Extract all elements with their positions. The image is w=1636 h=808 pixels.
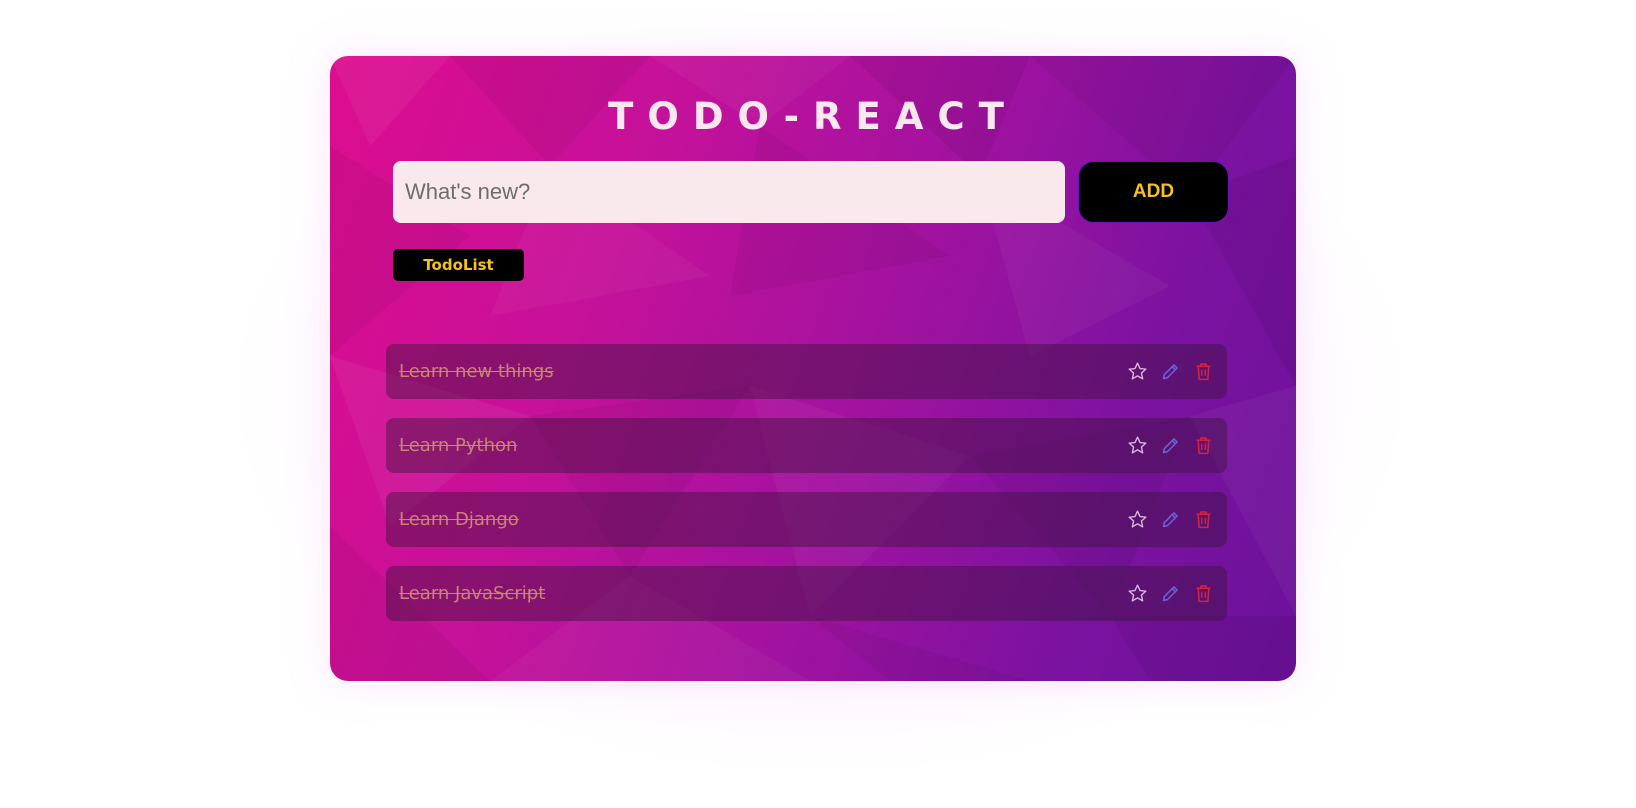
add-button[interactable]: ADD: [1078, 161, 1229, 223]
todo-actions: [1126, 566, 1215, 621]
star-icon[interactable]: [1126, 360, 1149, 383]
app-title: TODO-REACT: [608, 95, 1018, 138]
trash-icon[interactable]: [1192, 508, 1215, 531]
todo-item: Learn Python: [386, 418, 1227, 473]
todo-item: Learn Django: [386, 492, 1227, 547]
trash-icon[interactable]: [1192, 434, 1215, 457]
todo-list: Learn new things Learn Python Learn Djan…: [386, 344, 1227, 640]
todo-actions: [1126, 418, 1215, 473]
pencil-icon[interactable]: [1159, 360, 1182, 383]
todo-item-text[interactable]: Learn JavaScript: [399, 566, 545, 621]
pencil-icon[interactable]: [1159, 434, 1182, 457]
pencil-icon[interactable]: [1159, 508, 1182, 531]
todo-item: Learn new things: [386, 344, 1227, 399]
todolist-filter-button[interactable]: TodoList: [393, 249, 524, 281]
todo-item-text[interactable]: Learn new things: [399, 344, 554, 399]
star-icon[interactable]: [1126, 582, 1149, 605]
trash-icon[interactable]: [1192, 360, 1215, 383]
star-icon[interactable]: [1126, 508, 1149, 531]
todo-item-text[interactable]: Learn Django: [399, 492, 519, 547]
todo-item-text[interactable]: Learn Python: [399, 418, 517, 473]
trash-icon[interactable]: [1192, 582, 1215, 605]
todo-actions: [1126, 492, 1215, 547]
new-todo-input[interactable]: [393, 161, 1065, 223]
pencil-icon[interactable]: [1159, 582, 1182, 605]
star-icon[interactable]: [1126, 434, 1149, 457]
todo-card: TODO-REACT ADD TodoList Learn new things…: [330, 56, 1296, 681]
todo-item: Learn JavaScript: [386, 566, 1227, 621]
todo-actions: [1126, 344, 1215, 399]
